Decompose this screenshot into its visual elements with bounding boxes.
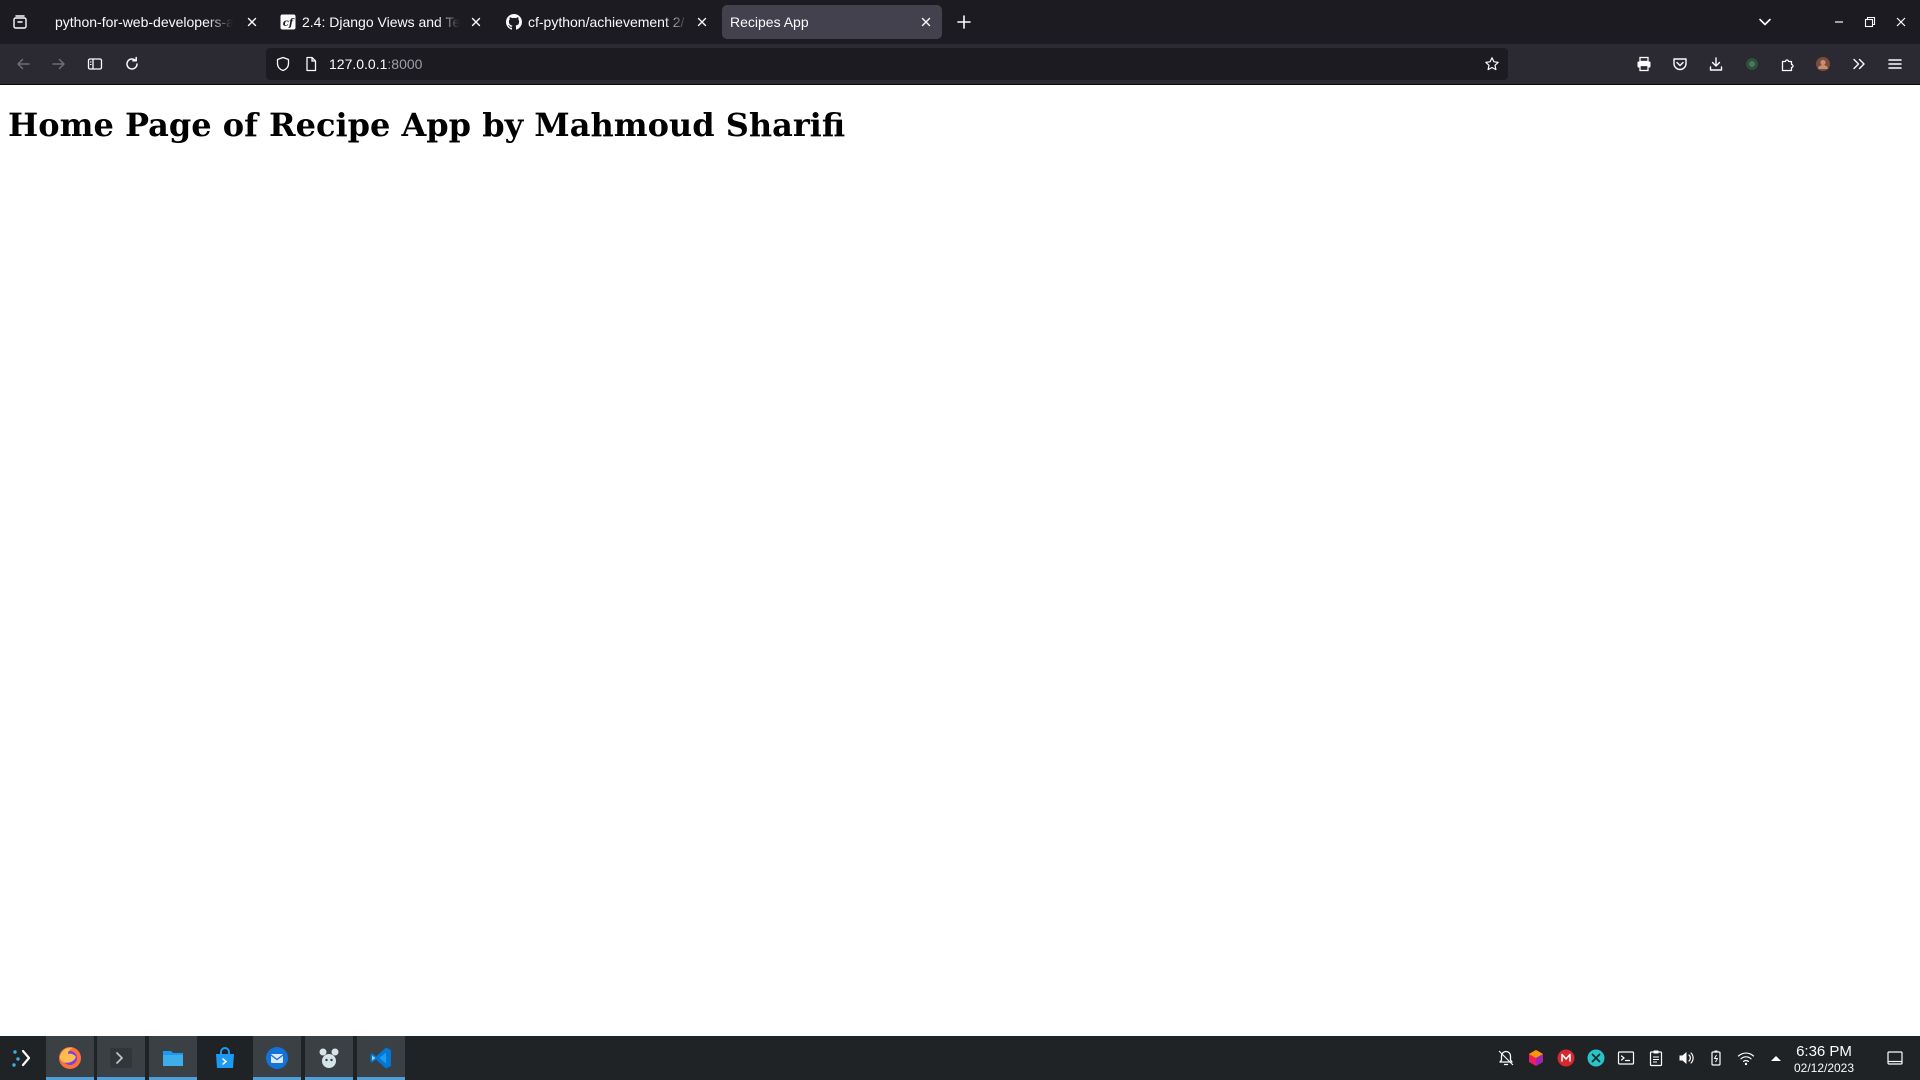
taskbar-vscode[interactable]: [357, 1036, 405, 1080]
taskbar-thunderbird[interactable]: [253, 1036, 301, 1080]
navigation-toolbar: 127.0.0.1:8000: [0, 44, 1920, 84]
chevron-down-icon[interactable]: [1757, 14, 1773, 30]
download-icon[interactable]: [1708, 56, 1724, 72]
svg-text:cf: cf: [283, 18, 295, 29]
minimize-icon[interactable]: [1831, 14, 1847, 30]
page-title: Home Page of Recipe App by Mahmoud Shari…: [8, 106, 846, 144]
taskbar-firefox[interactable]: [46, 1036, 94, 1080]
url-host: 127.0.0.1: [329, 56, 388, 72]
tab-recipes-app[interactable]: Recipes App: [722, 5, 942, 39]
clock-date[interactable]: 02/12/2023: [1780, 1061, 1868, 1075]
account-avatar-icon[interactable]: [1815, 56, 1831, 72]
extensions-puzzle-icon[interactable]: [1780, 56, 1796, 72]
window-close-icon[interactable]: [1893, 14, 1909, 30]
bookmark-star-icon[interactable]: [1484, 56, 1500, 72]
tab-cf-python-github[interactable]: cf-python/achievement 2/: [498, 5, 716, 39]
list-all-tabs-icon[interactable]: [12, 14, 28, 30]
mega-icon[interactable]: [1557, 1049, 1575, 1067]
clock-time[interactable]: 6:36 PM: [1780, 1043, 1868, 1060]
extension-green-icon[interactable]: [1744, 56, 1760, 72]
taskbar-file-manager[interactable]: [149, 1036, 197, 1080]
firefox-icon: [59, 1047, 81, 1069]
cf-logo-icon: cf: [280, 14, 296, 30]
app-x-icon[interactable]: [1587, 1049, 1605, 1067]
close-icon[interactable]: [468, 14, 484, 30]
file-manager-icon: [163, 1051, 183, 1066]
print-icon[interactable]: [1636, 56, 1652, 72]
thunderbird-icon: [266, 1047, 288, 1069]
overflow-chevrons-icon[interactable]: [1851, 56, 1867, 72]
tab-strip: python-for-web-developers-ac cf 2.4: Dja…: [0, 0, 1920, 44]
forward-arrow-icon[interactable]: [51, 56, 67, 72]
cat-app-icon: [319, 1048, 339, 1068]
sidebar-icon[interactable]: [87, 56, 103, 72]
hamburger-menu-icon[interactable]: [1887, 56, 1903, 72]
show-desktop-icon[interactable]: [1886, 1049, 1904, 1067]
taskbar-cat-app[interactable]: [305, 1036, 353, 1080]
battery-icon[interactable]: [1707, 1049, 1725, 1067]
page-icon[interactable]: [303, 56, 319, 72]
notifications-icon[interactable]: [1497, 1049, 1515, 1067]
tab-title: Recipes App: [730, 14, 809, 30]
close-icon[interactable]: [918, 14, 934, 30]
clipboard-icon[interactable]: [1647, 1049, 1665, 1067]
address-bar[interactable]: 127.0.0.1:8000: [266, 48, 1508, 80]
shield-icon[interactable]: [275, 56, 291, 72]
tab-python-for-web-developers[interactable]: python-for-web-developers-ac: [46, 5, 264, 39]
toolbar-divider: [0, 84, 1920, 85]
pocket-icon[interactable]: [1672, 56, 1688, 72]
terminal-tray-icon[interactable]: [1617, 1049, 1635, 1067]
vscode-icon: [370, 1047, 391, 1069]
close-icon[interactable]: [244, 14, 260, 30]
volume-icon[interactable]: [1677, 1049, 1695, 1067]
tab-django-views[interactable]: cf 2.4: Django Views and Tem: [272, 5, 490, 39]
tab-title: 2.4: Django Views and Tem: [302, 14, 460, 30]
restore-icon[interactable]: [1862, 14, 1878, 30]
github-icon: [506, 14, 522, 30]
reload-icon[interactable]: [124, 56, 140, 72]
back-arrow-icon[interactable]: [15, 56, 31, 72]
close-icon[interactable]: [694, 14, 710, 30]
taskbar-terminal[interactable]: [97, 1036, 145, 1080]
url-port: :8000: [387, 56, 423, 72]
tab-title: cf-python/achievement 2/: [528, 14, 685, 30]
colorful-app-icon[interactable]: [1527, 1049, 1545, 1067]
discover-store-icon: [216, 1047, 234, 1068]
url-text[interactable]: 127.0.0.1:8000: [329, 56, 422, 72]
wifi-icon[interactable]: [1737, 1049, 1755, 1067]
application-launcher-icon[interactable]: [10, 1046, 34, 1070]
tab-title: python-for-web-developers-ac: [55, 14, 233, 30]
taskbar-discover[interactable]: [201, 1036, 249, 1080]
terminal-icon: [110, 1048, 132, 1068]
new-tab-icon[interactable]: [956, 14, 972, 30]
